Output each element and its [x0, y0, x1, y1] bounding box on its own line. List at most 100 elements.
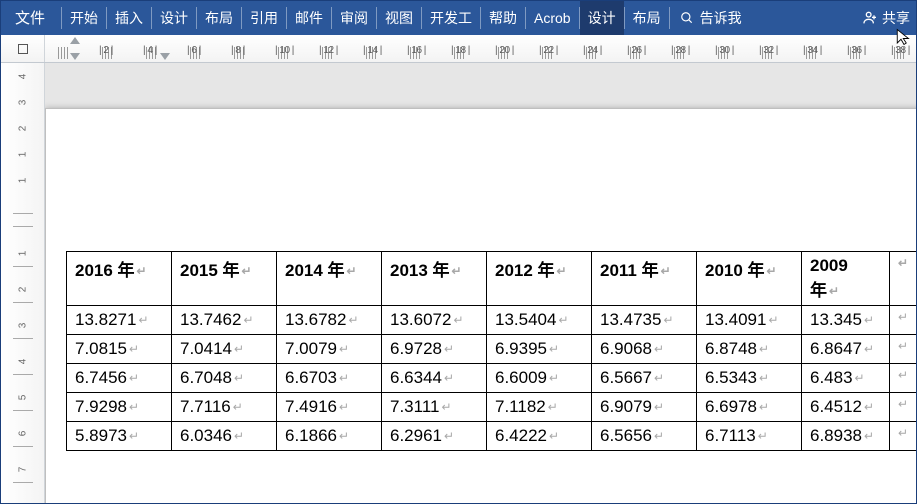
table-cell[interactable]: 5.8973↵ — [67, 422, 172, 451]
ribbon-tab[interactable]: 开始 — [62, 1, 106, 35]
table-cell[interactable]: 6.7048↵ — [172, 364, 277, 393]
table-cell[interactable]: 6.483↵ — [802, 364, 890, 393]
table-cell[interactable]: 7.0079↵ — [277, 335, 382, 364]
table-cell[interactable]: 6.8938↵ — [802, 422, 890, 451]
left-indent-marker[interactable] — [160, 53, 170, 60]
vruler-number: 1 — [17, 178, 28, 184]
row-end-mark: ↵ — [890, 252, 917, 306]
table-cell[interactable]: 7.0815↵ — [67, 335, 172, 364]
hruler-number: | 2 | — [99, 45, 113, 56]
row-end-mark: ↵ — [890, 306, 917, 335]
hruler-number: | 4 | — [143, 45, 157, 56]
ruler-corner-tab-selector[interactable] — [1, 35, 45, 62]
hruler-number: | 12 | — [319, 45, 338, 56]
ribbon-tab[interactable]: 帮助 — [481, 1, 525, 35]
document-canvas: 2016 年↵2015 年↵2014 年↵2013 年↵2012 年↵2011 … — [45, 63, 916, 503]
table-cell[interactable]: 13.4735↵ — [592, 306, 697, 335]
ribbon-tab[interactable]: 审阅 — [332, 1, 376, 35]
table-header-cell[interactable]: 2010 年↵ — [697, 252, 802, 306]
hruler-number: | 14 | — [363, 45, 382, 56]
table-cell[interactable]: 6.5656↵ — [592, 422, 697, 451]
table-header-cell[interactable]: 2011 年↵ — [592, 252, 697, 306]
ribbon-tab[interactable]: 布局 — [197, 1, 241, 35]
table-row: 13.8271↵13.7462↵13.6782↵13.6072↵13.5404↵… — [67, 306, 917, 335]
tab-file[interactable]: 文件 — [1, 1, 61, 35]
ribbon-tabs: 文件 开始插入设计布局引用邮件审阅视图开发工帮助Acrob设计布局 告诉我 共享 — [1, 1, 916, 35]
ribbon-tab[interactable]: 插入 — [107, 1, 151, 35]
ribbon-tab[interactable]: Acrob — [526, 1, 579, 35]
table-header-cell[interactable]: 2014 年↵ — [277, 252, 382, 306]
table-cell[interactable]: 13.345↵ — [802, 306, 890, 335]
first-line-indent-marker[interactable] — [70, 37, 80, 44]
vruler-number: 3 — [17, 323, 28, 329]
hruler-number: | 28 | — [671, 45, 690, 56]
vertical-ruler[interactable]: 432111234567 — [1, 63, 45, 503]
table-cell[interactable]: 6.9395↵ — [487, 335, 592, 364]
hruler-number: | 38 | — [891, 45, 910, 56]
table-cell[interactable]: 7.0414↵ — [172, 335, 277, 364]
table-cell[interactable]: 6.4512↵ — [802, 393, 890, 422]
vruler-number: 5 — [17, 395, 28, 401]
table-cell[interactable]: 6.1866↵ — [277, 422, 382, 451]
table-cell[interactable]: 6.9079↵ — [592, 393, 697, 422]
table-cell[interactable]: 7.7116↵ — [172, 393, 277, 422]
table-cell[interactable]: 6.7113↵ — [697, 422, 802, 451]
ribbon-tab[interactable]: 布局 — [625, 1, 669, 35]
document-page[interactable]: 2016 年↵2015 年↵2014 年↵2013 年↵2012 年↵2011 … — [45, 108, 916, 503]
horizontal-ruler[interactable]: | 2 || 4 || 6 || 8 || 10 || 12 || 14 || … — [45, 35, 916, 62]
table-cell[interactable]: 6.7456↵ — [67, 364, 172, 393]
vruler-number: 3 — [17, 100, 28, 106]
ribbon-tab[interactable]: 设计 — [580, 1, 624, 35]
table-cell[interactable]: 6.5343↵ — [697, 364, 802, 393]
hruler-number: | 34 | — [803, 45, 822, 56]
table-cell[interactable]: 6.2961↵ — [382, 422, 487, 451]
hruler-number: | 8 | — [231, 45, 245, 56]
table-cell[interactable]: 6.0346↵ — [172, 422, 277, 451]
table-cell[interactable]: 6.4222↵ — [487, 422, 592, 451]
table-cell[interactable]: 6.8647↵ — [802, 335, 890, 364]
hruler-number: | 6 | — [187, 45, 201, 56]
table-cell[interactable]: 6.6978↵ — [697, 393, 802, 422]
table-header-cell[interactable]: 2009年↵ — [802, 252, 890, 306]
table-header-cell[interactable]: 2013 年↵ — [382, 252, 487, 306]
table-cell[interactable]: 13.6072↵ — [382, 306, 487, 335]
ribbon-tab[interactable]: 视图 — [377, 1, 421, 35]
table-cell[interactable]: 13.5404↵ — [487, 306, 592, 335]
table-cell[interactable]: 13.4091↵ — [697, 306, 802, 335]
vruler-number: 6 — [17, 431, 28, 437]
data-table[interactable]: 2016 年↵2015 年↵2014 年↵2013 年↵2012 年↵2011 … — [66, 251, 916, 451]
table-row: 2016 年↵2015 年↵2014 年↵2013 年↵2012 年↵2011 … — [67, 252, 917, 306]
table-cell[interactable]: 6.6703↵ — [277, 364, 382, 393]
table-cell[interactable]: 6.5667↵ — [592, 364, 697, 393]
table-cell[interactable]: 13.7462↵ — [172, 306, 277, 335]
table-header-cell[interactable]: 2012 年↵ — [487, 252, 592, 306]
vruler-number: 4 — [17, 359, 28, 365]
table-cell[interactable]: 7.3111↵ — [382, 393, 487, 422]
ribbon-tab[interactable]: 邮件 — [287, 1, 331, 35]
table-cell[interactable]: 6.9068↵ — [592, 335, 697, 364]
table-cell[interactable]: 6.6344↵ — [382, 364, 487, 393]
table-header-cell[interactable]: 2016 年↵ — [67, 252, 172, 306]
table-cell[interactable]: 7.1182↵ — [487, 393, 592, 422]
hanging-indent-marker[interactable] — [70, 53, 80, 60]
vruler-number: 2 — [17, 126, 28, 132]
table-cell[interactable]: 6.6009↵ — [487, 364, 592, 393]
table-row: 6.7456↵6.7048↵6.6703↵6.6344↵6.6009↵6.566… — [67, 364, 917, 393]
tell-me-search[interactable]: 告诉我 — [670, 1, 752, 35]
table-cell[interactable]: 6.8748↵ — [697, 335, 802, 364]
hruler-number: | 22 | — [539, 45, 558, 56]
vruler-number: 7 — [17, 467, 28, 473]
ribbon-tab[interactable]: 设计 — [152, 1, 196, 35]
table-header-cell[interactable]: 2015 年↵ — [172, 252, 277, 306]
table-cell[interactable]: 7.4916↵ — [277, 393, 382, 422]
hruler-number: | 36 | — [847, 45, 866, 56]
table-cell[interactable]: 7.9298↵ — [67, 393, 172, 422]
ribbon-tab[interactable]: 引用 — [242, 1, 286, 35]
ribbon-tab[interactable]: 开发工 — [422, 1, 480, 35]
share-label: 共享 — [882, 8, 910, 28]
table-cell[interactable]: 13.8271↵ — [67, 306, 172, 335]
hruler-number: | 24 | — [583, 45, 602, 56]
table-cell[interactable]: 6.9728↵ — [382, 335, 487, 364]
table-row: 7.9298↵7.7116↵7.4916↵7.3111↵7.1182↵6.907… — [67, 393, 917, 422]
table-cell[interactable]: 13.6782↵ — [277, 306, 382, 335]
